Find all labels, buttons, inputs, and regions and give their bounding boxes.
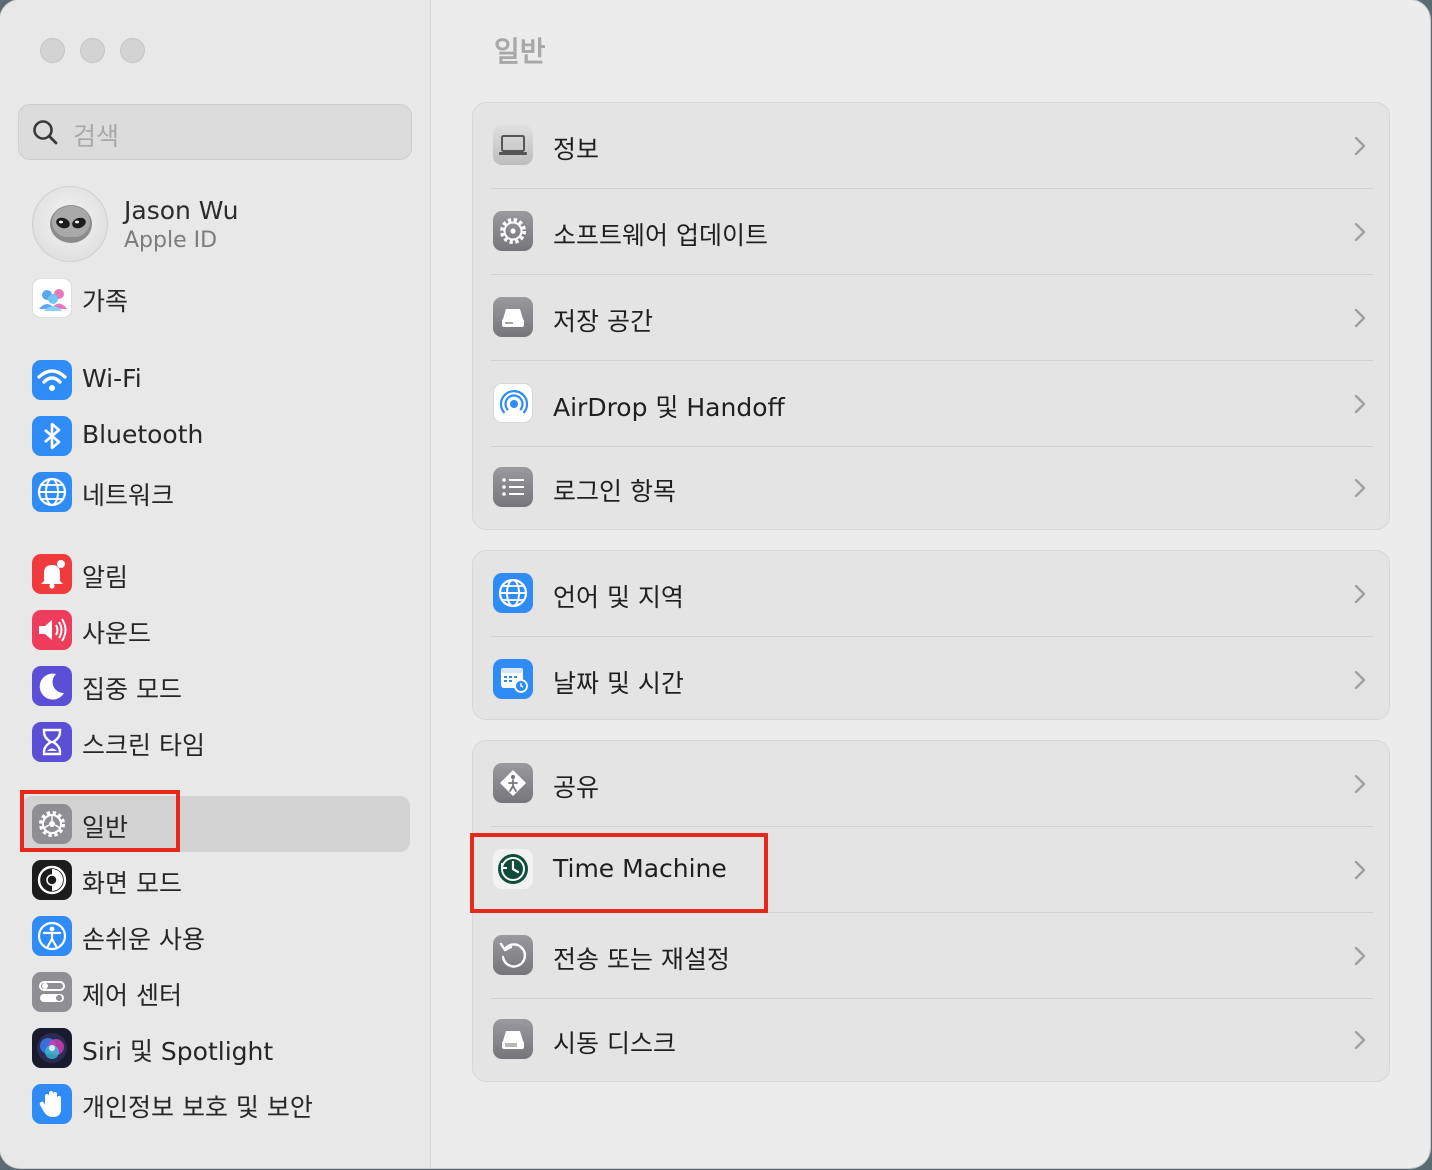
close-button[interactable] — [40, 38, 65, 63]
sidebar-item-label: 개인정보 보호 및 보안 — [82, 1093, 313, 1122]
bell-icon — [32, 554, 72, 594]
sidebar-item-notifications[interactable]: 알림 — [30, 552, 410, 598]
chevron-right-icon — [1354, 584, 1366, 604]
sidebar-item-label: 가족 — [82, 287, 129, 316]
wifi-icon — [32, 360, 72, 400]
calendar-clock-icon — [493, 659, 533, 699]
row-label: 언어 및 지역 — [553, 583, 684, 612]
row-label: 로그인 항목 — [553, 477, 676, 506]
globe-icon — [32, 472, 72, 512]
sidebar-item-label: Siri 및 Spotlight — [82, 1037, 274, 1066]
row-label: 저장 공간 — [553, 307, 653, 336]
highlight-box-general — [20, 790, 180, 852]
bluetooth-icon — [32, 416, 72, 456]
sidebar-item-label: Bluetooth — [82, 420, 204, 449]
reset-icon — [493, 935, 533, 975]
zoom-button[interactable] — [120, 38, 145, 63]
family-icon — [32, 278, 72, 318]
sidebar-item-label: 사운드 — [82, 619, 152, 648]
sidebar-item-control-center[interactable]: 제어 센터 — [30, 970, 410, 1016]
chevron-right-icon — [1354, 394, 1366, 414]
row-label: 전송 또는 재설정 — [553, 945, 730, 974]
hourglass-icon — [32, 722, 72, 762]
laptop-icon — [493, 125, 533, 165]
sidebar-item-label: 네트워크 — [82, 481, 175, 510]
moon-icon — [32, 666, 72, 706]
row-label: 날짜 및 시간 — [553, 669, 684, 698]
sidebar-item-network[interactable]: 네트워크 — [30, 470, 410, 516]
chevron-right-icon — [1354, 478, 1366, 498]
sidebar-item-privacy-security[interactable]: 개인정보 보호 및 보안 — [30, 1082, 410, 1128]
settings-group-system-info: 정보 소프트웨어 업데이트 저장 공간 AirDrop 및 Handoff 로그… — [472, 102, 1390, 530]
airdrop-icon — [493, 383, 533, 423]
row-label: 소프트웨어 업데이트 — [553, 221, 768, 250]
row-software-update[interactable]: 소프트웨어 업데이트 — [473, 189, 1391, 275]
sidebar-item-label: 손쉬운 사용 — [82, 925, 205, 954]
chevron-right-icon — [1354, 670, 1366, 690]
gear-badge-icon — [493, 211, 533, 251]
avatar[interactable] — [32, 186, 108, 262]
list-icon — [493, 467, 533, 507]
hand-icon — [32, 1084, 72, 1124]
search-placeholder: 검색 — [73, 122, 120, 151]
chevron-right-icon — [1354, 308, 1366, 328]
row-login-items[interactable]: 로그인 항목 — [473, 445, 1391, 531]
row-label: AirDrop 및 Handoff — [553, 393, 785, 422]
alien-icon — [50, 205, 92, 243]
minimize-button[interactable] — [80, 38, 105, 63]
search-field[interactable]: 검색 — [18, 104, 412, 160]
sidebar-item-label: Wi-Fi — [82, 364, 142, 393]
appearance-icon — [32, 860, 72, 900]
chevron-right-icon — [1354, 136, 1366, 156]
sidebar-item-sound[interactable]: 사운드 — [30, 608, 410, 654]
chevron-right-icon — [1354, 774, 1366, 794]
sidebar-item-appearance[interactable]: 화면 모드 — [30, 858, 410, 904]
page-title: 일반 — [494, 35, 546, 68]
profile-subtitle: Apple ID — [124, 228, 218, 253]
sidebar-item-family[interactable]: 가족 — [30, 276, 410, 322]
accessibility-icon — [32, 916, 72, 956]
sharing-icon — [493, 763, 533, 803]
row-about[interactable]: 정보 — [473, 103, 1391, 189]
chevron-right-icon — [1354, 860, 1366, 880]
row-sharing[interactable]: 공유 — [473, 741, 1391, 827]
sidebar-item-label: 화면 모드 — [82, 869, 182, 898]
system-settings-window: 검색 Jason Wu Apple ID 가족 Wi-Fi Bluetooth … — [0, 0, 1430, 1168]
sidebar-item-focus[interactable]: 집중 모드 — [30, 664, 410, 710]
sidebar-item-label: 제어 센터 — [82, 981, 182, 1010]
sidebar-item-label: 스크린 타임 — [82, 731, 205, 760]
row-storage[interactable]: 저장 공간 — [473, 275, 1391, 361]
sidebar-item-label: 집중 모드 — [82, 675, 182, 704]
siri-icon — [32, 1028, 72, 1068]
sidebar-item-wifi[interactable]: Wi-Fi — [30, 358, 410, 404]
sidebar-item-siri-spotlight[interactable]: Siri 및 Spotlight — [30, 1026, 410, 1072]
row-airdrop-handoff[interactable]: AirDrop 및 Handoff — [473, 361, 1391, 447]
settings-group-locale: 언어 및 지역 날짜 및 시간 — [472, 550, 1390, 720]
row-startup-disk[interactable]: 시동 디스크 — [473, 997, 1391, 1083]
startup-disk-icon — [493, 1019, 533, 1059]
sidebar: 검색 Jason Wu Apple ID 가족 Wi-Fi Bluetooth … — [0, 0, 431, 1168]
highlight-box-time-machine — [470, 833, 768, 913]
row-language-region[interactable]: 언어 및 지역 — [473, 551, 1391, 637]
speaker-icon — [32, 610, 72, 650]
row-date-time[interactable]: 날짜 및 시간 — [473, 637, 1391, 723]
sidebar-item-bluetooth[interactable]: Bluetooth — [30, 414, 410, 460]
row-label: 시동 디스크 — [553, 1029, 676, 1058]
search-icon — [33, 120, 58, 145]
chevron-right-icon — [1354, 222, 1366, 242]
row-label: 정보 — [553, 135, 600, 164]
row-label: 공유 — [553, 773, 600, 802]
chevron-right-icon — [1354, 946, 1366, 966]
drive-icon — [493, 297, 533, 337]
toggles-icon — [32, 972, 72, 1012]
chevron-right-icon — [1354, 1030, 1366, 1050]
sidebar-item-screen-time[interactable]: 스크린 타임 — [30, 720, 410, 766]
globe-icon — [493, 573, 533, 613]
row-transfer-reset[interactable]: 전송 또는 재설정 — [473, 913, 1391, 999]
sidebar-item-label: 알림 — [82, 563, 129, 592]
sidebar-item-accessibility[interactable]: 손쉬운 사용 — [30, 914, 410, 960]
profile-name[interactable]: Jason Wu — [124, 196, 238, 225]
